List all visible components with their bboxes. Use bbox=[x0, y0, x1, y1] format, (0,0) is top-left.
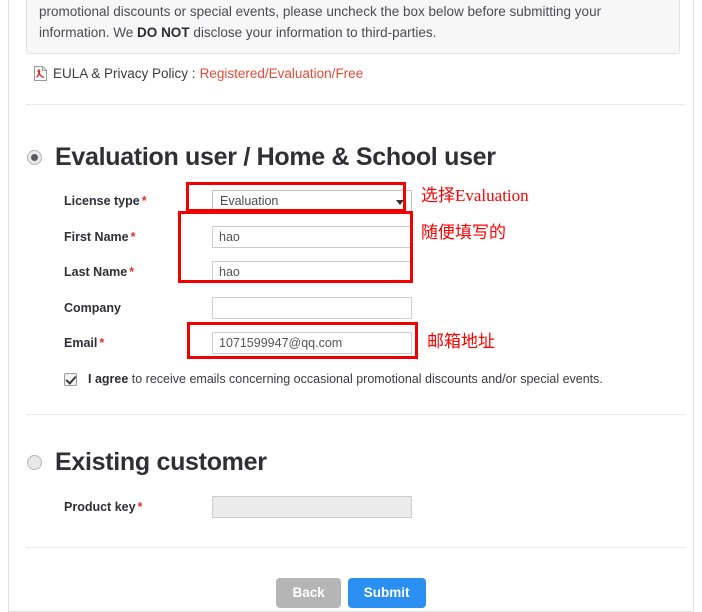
section-heading-existing-customer[interactable]: Existing customer bbox=[27, 447, 267, 477]
agree-text-rest: to receive emails concerning occasional … bbox=[128, 372, 603, 386]
label-last-name-text: Last Name bbox=[64, 265, 128, 279]
company-input[interactable] bbox=[212, 297, 412, 319]
button-bar: Back Submit bbox=[9, 578, 693, 608]
section-heading-evaluation[interactable]: Evaluation user / Home & School user bbox=[27, 142, 496, 172]
select-license-type[interactable]: Evaluation bbox=[212, 189, 412, 213]
label-email: Email * bbox=[64, 336, 212, 350]
annotation-text-fill-anything: 随便填写的 bbox=[421, 223, 506, 242]
evaluation-section-title: Evaluation user / Home & School user bbox=[55, 143, 496, 171]
notice-emphasis-do: DO bbox=[137, 25, 158, 40]
eula-link-registered[interactable]: Registered bbox=[200, 66, 265, 81]
agree-checkbox-row[interactable]: I agree to receive emails concerning occ… bbox=[64, 372, 603, 386]
divider-bottom bbox=[27, 547, 685, 548]
label-product-key: Product key * bbox=[64, 500, 212, 514]
required-marker-first-name: * bbox=[130, 230, 136, 244]
annotation-text-email-address: 邮箱地址 bbox=[427, 332, 495, 351]
agree-text-bold: I agree bbox=[88, 372, 129, 386]
form-row-last-name: Last Name * bbox=[64, 261, 464, 283]
eula-label: EULA & Privacy Policy : bbox=[53, 66, 196, 81]
label-first-name: First Name * bbox=[64, 230, 212, 244]
existing-section-title: Existing customer bbox=[55, 448, 267, 476]
email-input[interactable] bbox=[212, 332, 412, 354]
divider-middle bbox=[27, 414, 685, 415]
select-license-type-value: Evaluation bbox=[220, 193, 279, 208]
page-container: "Unsubscribe Me" button at the bottom of… bbox=[8, 0, 694, 612]
product-key-input[interactable] bbox=[212, 496, 412, 518]
radio-existing-customer[interactable] bbox=[27, 454, 42, 470]
submit-button[interactable]: Submit bbox=[347, 578, 426, 608]
required-marker-last-name: * bbox=[129, 265, 135, 279]
agree-checkbox[interactable] bbox=[64, 372, 77, 386]
label-company: Company bbox=[64, 301, 212, 315]
agree-text: I agree to receive emails concerning occ… bbox=[88, 372, 603, 386]
notice-emphasis-not: NOT bbox=[161, 25, 190, 40]
label-last-name: Last Name * bbox=[64, 265, 212, 279]
eula-row: EULA & Privacy Policy : Registered/Evalu… bbox=[34, 66, 363, 81]
label-email-text: Email bbox=[64, 336, 98, 350]
label-company-text: Company bbox=[64, 301, 121, 315]
last-name-input[interactable] bbox=[212, 261, 412, 283]
required-marker-email: * bbox=[99, 336, 105, 350]
eula-link-free[interactable]: Free bbox=[335, 66, 363, 81]
form-row-company: Company bbox=[64, 297, 464, 319]
form-row-first-name: First Name * bbox=[64, 226, 464, 248]
chevron-down-icon bbox=[396, 199, 404, 205]
privacy-notice-box: "Unsubscribe Me" button at the bottom of… bbox=[26, 0, 680, 54]
label-license-type-text: License type bbox=[64, 194, 140, 208]
required-marker-product-key: * bbox=[137, 500, 143, 514]
radio-evaluation-user[interactable] bbox=[27, 149, 42, 165]
required-marker-license-type: * bbox=[141, 194, 147, 208]
eula-links: Registered/Evaluation/Free bbox=[200, 66, 364, 81]
annotation-text-select-evaluation: 选择Evaluation bbox=[421, 186, 529, 205]
back-button[interactable]: Back bbox=[276, 578, 341, 608]
label-first-name-text: First Name bbox=[64, 230, 129, 244]
form-row-license-type: License type * Evaluation bbox=[64, 189, 464, 213]
first-name-input[interactable] bbox=[212, 226, 412, 248]
pdf-icon bbox=[34, 66, 47, 81]
eula-link-evaluation[interactable]: Evaluation bbox=[269, 66, 332, 81]
notice-line-3a: disclose your information to third-parti… bbox=[189, 25, 437, 40]
label-license-type: License type * bbox=[64, 194, 212, 208]
form-row-product-key: Product key * bbox=[64, 496, 464, 518]
form-row-email: Email * bbox=[64, 332, 464, 354]
divider-top bbox=[27, 104, 685, 105]
label-product-key-text: Product key bbox=[64, 500, 136, 514]
